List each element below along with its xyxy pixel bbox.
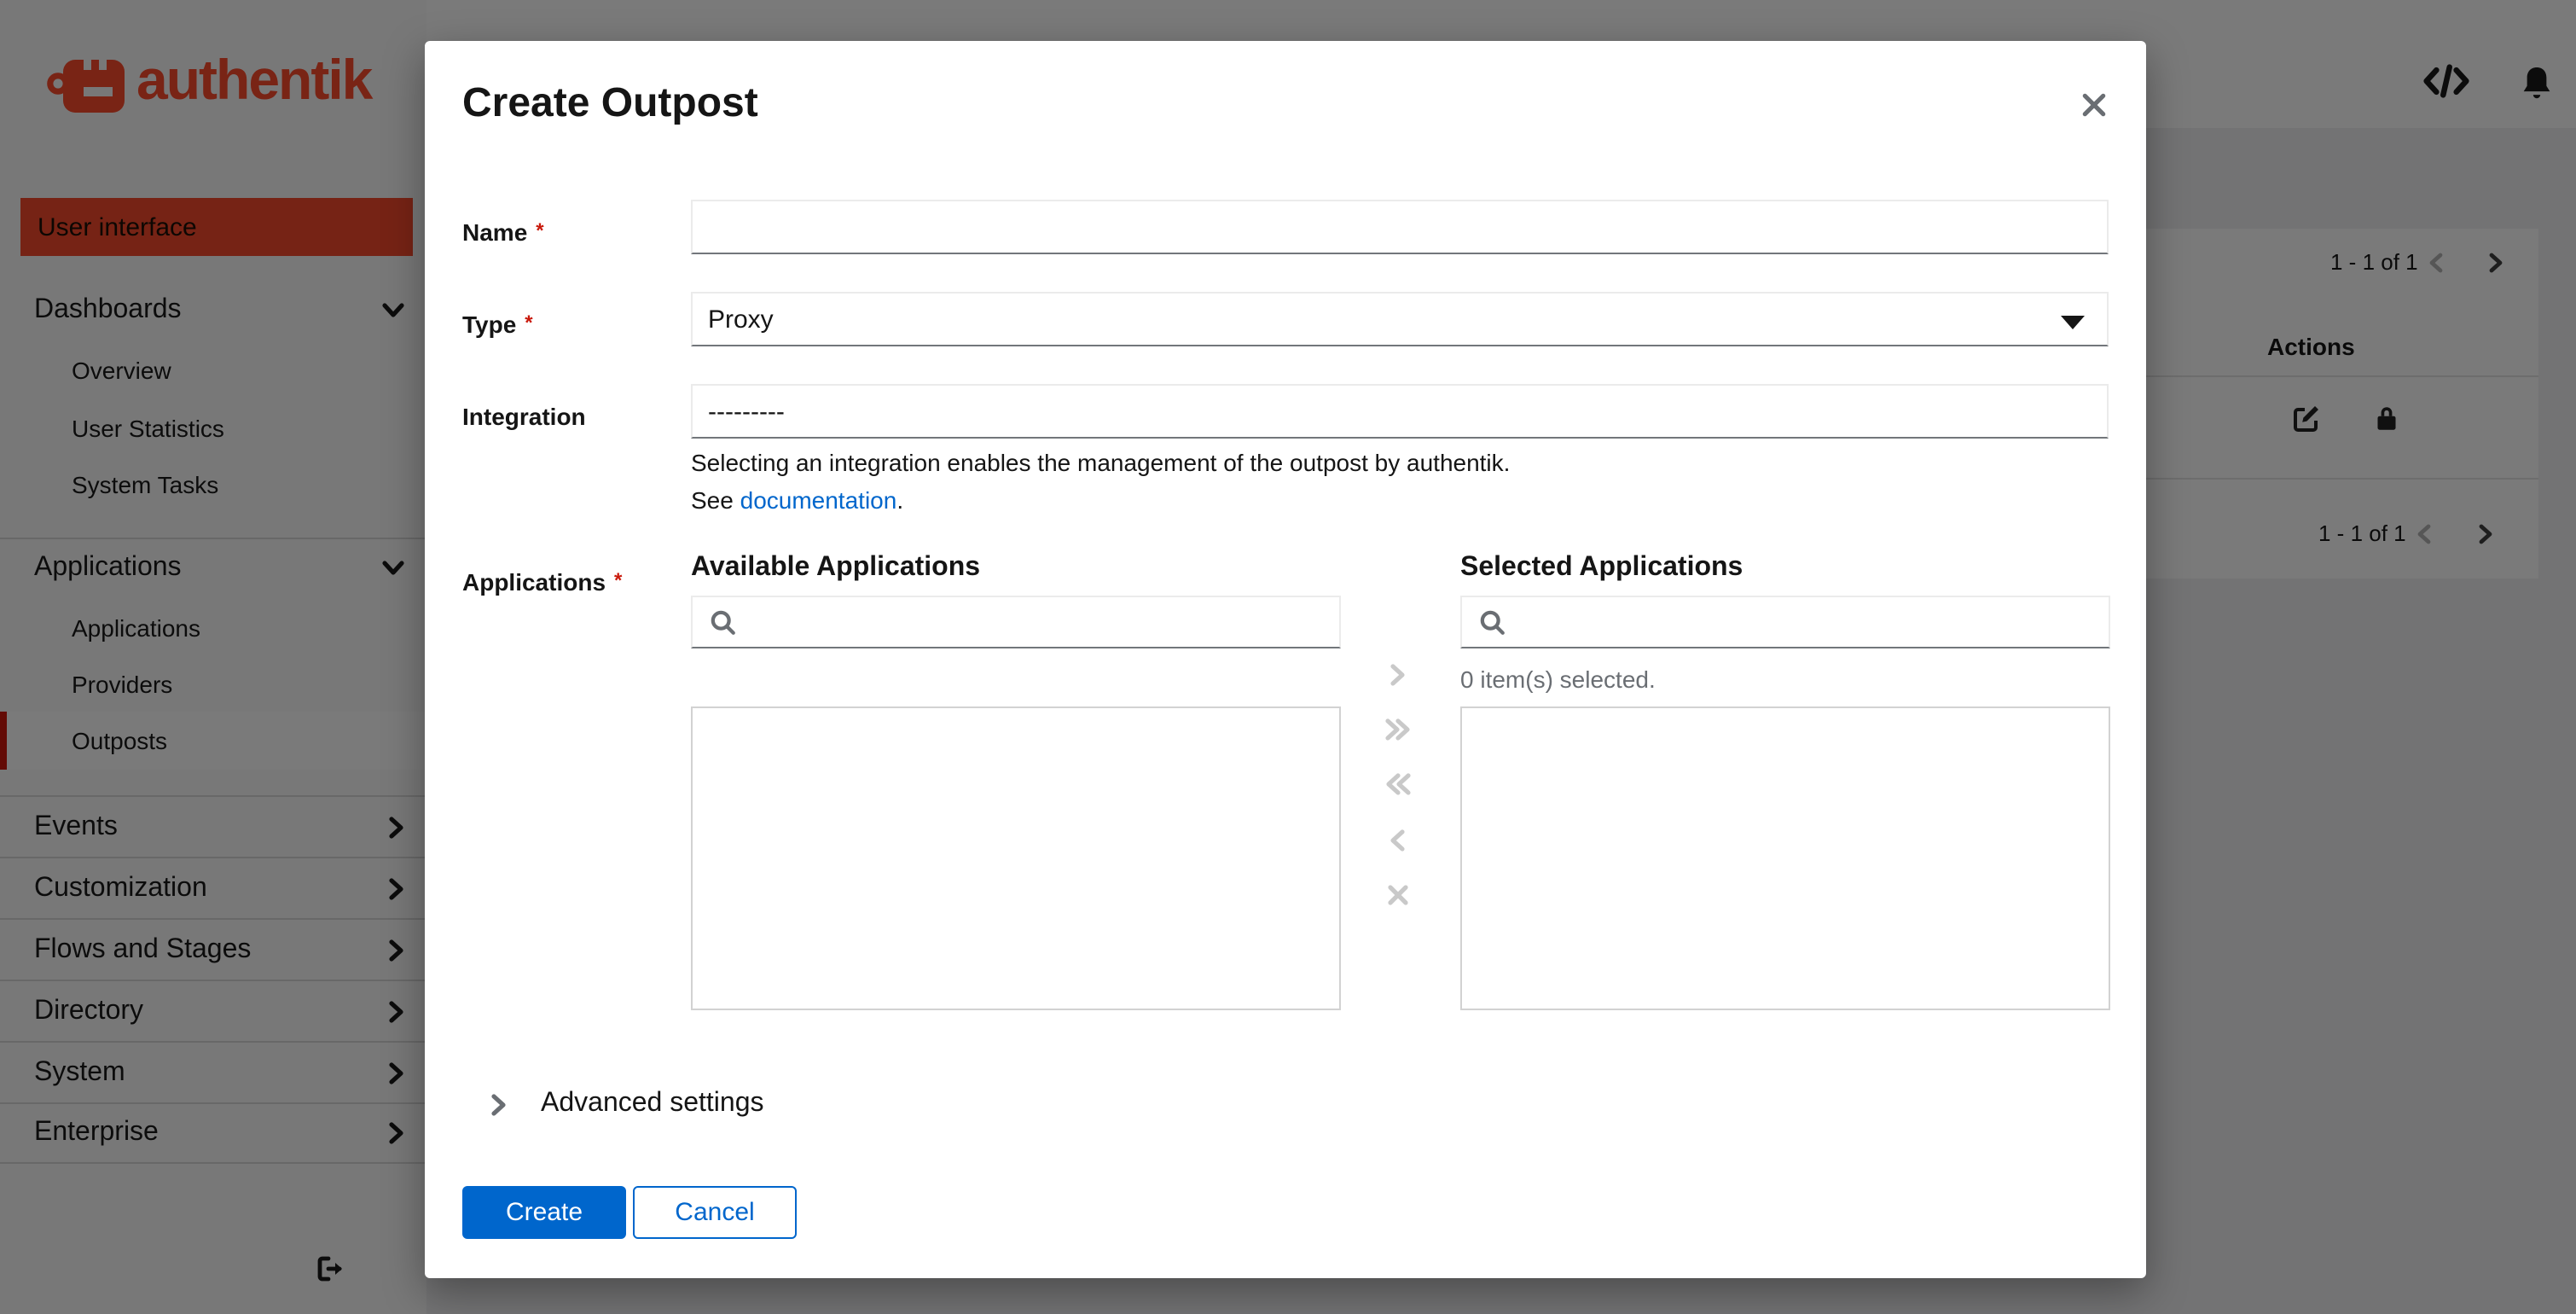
clear-selection-icon[interactable] bbox=[1378, 875, 1416, 913]
available-applications-title: Available Applications bbox=[691, 553, 981, 582]
required-marker: * bbox=[614, 568, 623, 592]
move-left-icon[interactable] bbox=[1378, 821, 1416, 858]
screen: authentik User interface Dashboards Over… bbox=[0, 0, 2576, 1314]
advanced-settings-label[interactable]: Advanced settings bbox=[541, 1089, 764, 1119]
required-marker: * bbox=[536, 218, 544, 242]
close-icon[interactable] bbox=[2074, 85, 2112, 123]
type-label: Type * bbox=[462, 311, 533, 338]
integration-help-text: Selecting an integration enables the man… bbox=[691, 449, 1511, 476]
applications-label: Applications * bbox=[462, 568, 623, 596]
selected-count-text: 0 item(s) selected. bbox=[1460, 666, 1656, 693]
modal-title: Create Outpost bbox=[462, 80, 758, 126]
move-right-icon[interactable] bbox=[1378, 655, 1416, 693]
create-outpost-modal: Create Outpost Name * Type * Proxy Integra… bbox=[425, 41, 2146, 1278]
caret-down-icon bbox=[2061, 316, 2085, 329]
selected-applications-list[interactable] bbox=[1460, 706, 2110, 1010]
type-select[interactable]: Proxy bbox=[691, 292, 2109, 346]
selected-applications-title: Selected Applications bbox=[1460, 553, 1743, 582]
available-search-input[interactable] bbox=[691, 596, 1341, 648]
move-all-right-icon[interactable] bbox=[1378, 710, 1416, 747]
integration-label: Integration bbox=[462, 403, 586, 430]
cancel-button[interactable]: Cancel bbox=[633, 1186, 797, 1239]
integration-select[interactable]: --------- bbox=[691, 384, 2109, 439]
search-icon bbox=[1480, 609, 1505, 634]
selected-search-input[interactable] bbox=[1460, 596, 2110, 648]
advanced-settings-chevron-icon[interactable] bbox=[491, 1094, 507, 1125]
name-label: Name * bbox=[462, 218, 544, 246]
required-marker: * bbox=[525, 311, 533, 334]
create-button[interactable]: Create bbox=[462, 1186, 626, 1239]
name-input[interactable] bbox=[691, 200, 2109, 254]
integration-help-line2: See documentation. bbox=[691, 486, 904, 514]
documentation-link[interactable]: documentation bbox=[740, 486, 897, 514]
search-icon bbox=[711, 609, 735, 634]
available-applications-list[interactable] bbox=[691, 706, 1341, 1010]
move-all-left-icon[interactable] bbox=[1378, 765, 1416, 802]
